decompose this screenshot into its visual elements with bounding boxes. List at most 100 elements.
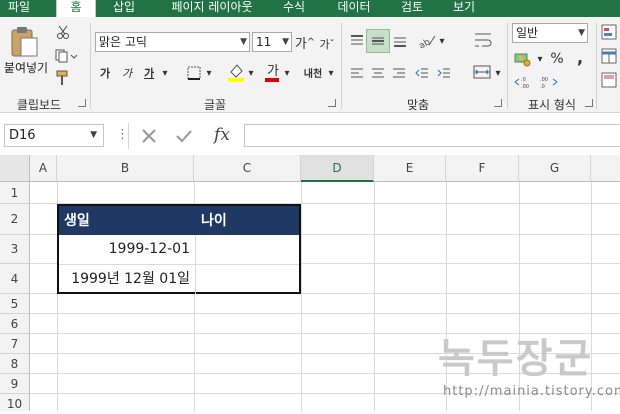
decrease-indent-icon[interactable]: [412, 63, 432, 83]
cut-icon[interactable]: [54, 23, 72, 41]
align-center-icon[interactable]: [368, 63, 388, 83]
bold-button[interactable]: 가: [96, 63, 114, 83]
row-header-5[interactable]: 5: [0, 294, 30, 314]
align-right-icon[interactable]: [389, 63, 409, 83]
chevron-down-icon[interactable]: ▾: [438, 31, 446, 51]
format-as-table-icon[interactable]: [600, 47, 618, 65]
cell-c2[interactable]: 나이: [196, 209, 299, 233]
cell-c3[interactable]: [196, 235, 299, 264]
increase-indent-icon[interactable]: [434, 63, 454, 83]
tab-review[interactable]: 검토: [394, 0, 430, 17]
row-header-7[interactable]: 7: [0, 334, 30, 354]
comma-button[interactable]: ,: [572, 47, 588, 67]
row-header-6[interactable]: 6: [0, 314, 30, 334]
conditional-formatting-icon[interactable]: [600, 23, 618, 41]
fill-color-icon[interactable]: [226, 61, 246, 83]
column-header-b[interactable]: B: [57, 155, 194, 182]
orientation-icon[interactable]: ab: [414, 29, 440, 51]
paste-button[interactable]: [4, 25, 44, 59]
ribbon: 붙여넣기 클립보드 맑은 고딕 ▼ 11 ▼ 가 ^ 가ˇ 가 가 가 ▾ ▾ ▾…: [0, 17, 620, 113]
row-header-10[interactable]: 10: [0, 394, 30, 411]
select-all-corner[interactable]: [0, 155, 30, 182]
column-header-d[interactable]: D: [301, 155, 374, 182]
svg-text:.0: .0: [540, 84, 545, 89]
chevron-down-icon[interactable]: ▾: [494, 63, 502, 83]
row-header-1[interactable]: 1: [0, 182, 30, 204]
confirm-entry-icon[interactable]: [173, 125, 195, 147]
chevron-down-icon[interactable]: ▾: [204, 63, 214, 83]
number-format-combo[interactable]: 일반 ▼: [512, 23, 588, 43]
name-box-value: D16: [9, 128, 36, 143]
alignment-dialog-launcher[interactable]: [494, 99, 502, 107]
cancel-entry-icon[interactable]: [138, 125, 160, 147]
chevron-down-icon[interactable]: ▾: [326, 63, 336, 83]
column-header-c[interactable]: C: [194, 155, 301, 182]
chevron-down-icon: ▼: [578, 28, 585, 38]
cell-b4[interactable]: 1999년 12월 01일: [59, 265, 195, 294]
chevron-down-icon: ▼: [90, 130, 97, 140]
tab-page-layout[interactable]: 페이지 레이아웃: [160, 0, 264, 17]
align-bottom-icon[interactable]: [390, 31, 410, 51]
shrink-font-button[interactable]: 가ˇ: [318, 34, 336, 54]
align-middle-icon[interactable]: [366, 29, 390, 53]
font-name-combo[interactable]: 맑은 고딕 ▼: [95, 32, 250, 52]
number-dialog-launcher[interactable]: [585, 99, 593, 107]
tab-view[interactable]: 보기: [446, 0, 482, 17]
column-header-g[interactable]: G: [519, 155, 591, 182]
paste-label[interactable]: 붙여넣기: [0, 59, 52, 76]
insert-function-button[interactable]: fx: [208, 123, 236, 147]
border-icon[interactable]: [184, 63, 204, 83]
merge-center-icon[interactable]: [470, 61, 494, 83]
formula-input[interactable]: [244, 124, 620, 147]
column-header-a[interactable]: A: [30, 155, 57, 182]
row-header-4[interactable]: 4: [0, 264, 30, 294]
cell-b3[interactable]: 1999-12-01: [59, 235, 195, 264]
formula-bar: D16 ▼ ⋮ fx: [0, 113, 620, 155]
row-header-2[interactable]: 2: [0, 204, 30, 235]
column-header-f[interactable]: F: [446, 155, 519, 182]
copy-icon[interactable]: [54, 47, 78, 65]
increase-decimal-icon[interactable]: .0.00: [512, 73, 534, 91]
column-header-e[interactable]: E: [374, 155, 446, 182]
underline-button[interactable]: 가: [140, 63, 158, 83]
font-color-icon[interactable]: 가: [262, 61, 282, 83]
tab-insert[interactable]: 삽입: [102, 0, 146, 17]
row-header-9[interactable]: 9: [0, 374, 30, 394]
chevron-down-icon[interactable]: ▾: [160, 63, 170, 83]
chevron-down-icon[interactable]: ▾: [282, 63, 292, 83]
group-separator: [90, 23, 91, 109]
chevron-down-icon[interactable]: ▾: [246, 63, 256, 83]
wrap-text-icon[interactable]: [470, 27, 496, 53]
svg-text:.00: .00: [521, 84, 529, 89]
chevron-down-icon: ▼: [282, 37, 289, 47]
tab-file[interactable]: 파일: [0, 0, 38, 17]
number-format-value: 일반: [516, 26, 539, 40]
currency-icon[interactable]: [512, 49, 536, 69]
cell-b2[interactable]: 생일: [59, 209, 196, 233]
tab-data[interactable]: 데이터: [332, 0, 376, 17]
row-header-3[interactable]: 3: [0, 235, 30, 264]
phonetic-guide-button[interactable]: 내천: [300, 61, 326, 83]
group-separator: [596, 23, 597, 109]
cell-styles-icon[interactable]: [600, 71, 618, 89]
italic-button[interactable]: 가: [118, 63, 136, 83]
tab-formulas[interactable]: 수식: [276, 0, 312, 17]
decrease-decimal-icon[interactable]: .00.0: [538, 73, 560, 91]
percent-button[interactable]: %: [548, 49, 566, 69]
chevron-down-icon[interactable]: ▾: [536, 49, 544, 69]
font-size-combo[interactable]: 11 ▼: [252, 32, 292, 52]
shrink-font-label: 가: [319, 38, 330, 51]
grow-font-button[interactable]: 가 ^: [295, 32, 315, 52]
align-top-icon[interactable]: [347, 31, 367, 51]
name-box[interactable]: D16 ▼: [4, 124, 104, 147]
font-dialog-launcher[interactable]: [328, 99, 336, 107]
tab-home[interactable]: 홈: [56, 0, 96, 17]
font-group-label: 글꼴: [203, 98, 227, 112]
caret-down-icon: ˇ: [329, 38, 335, 50]
align-left-icon[interactable]: [347, 63, 367, 83]
column-header-h[interactable]: [591, 155, 620, 182]
row-header-8[interactable]: 8: [0, 354, 30, 374]
cell-c4[interactable]: [196, 265, 299, 294]
clipboard-dialog-launcher[interactable]: [78, 99, 86, 107]
format-painter-icon[interactable]: [54, 69, 72, 87]
